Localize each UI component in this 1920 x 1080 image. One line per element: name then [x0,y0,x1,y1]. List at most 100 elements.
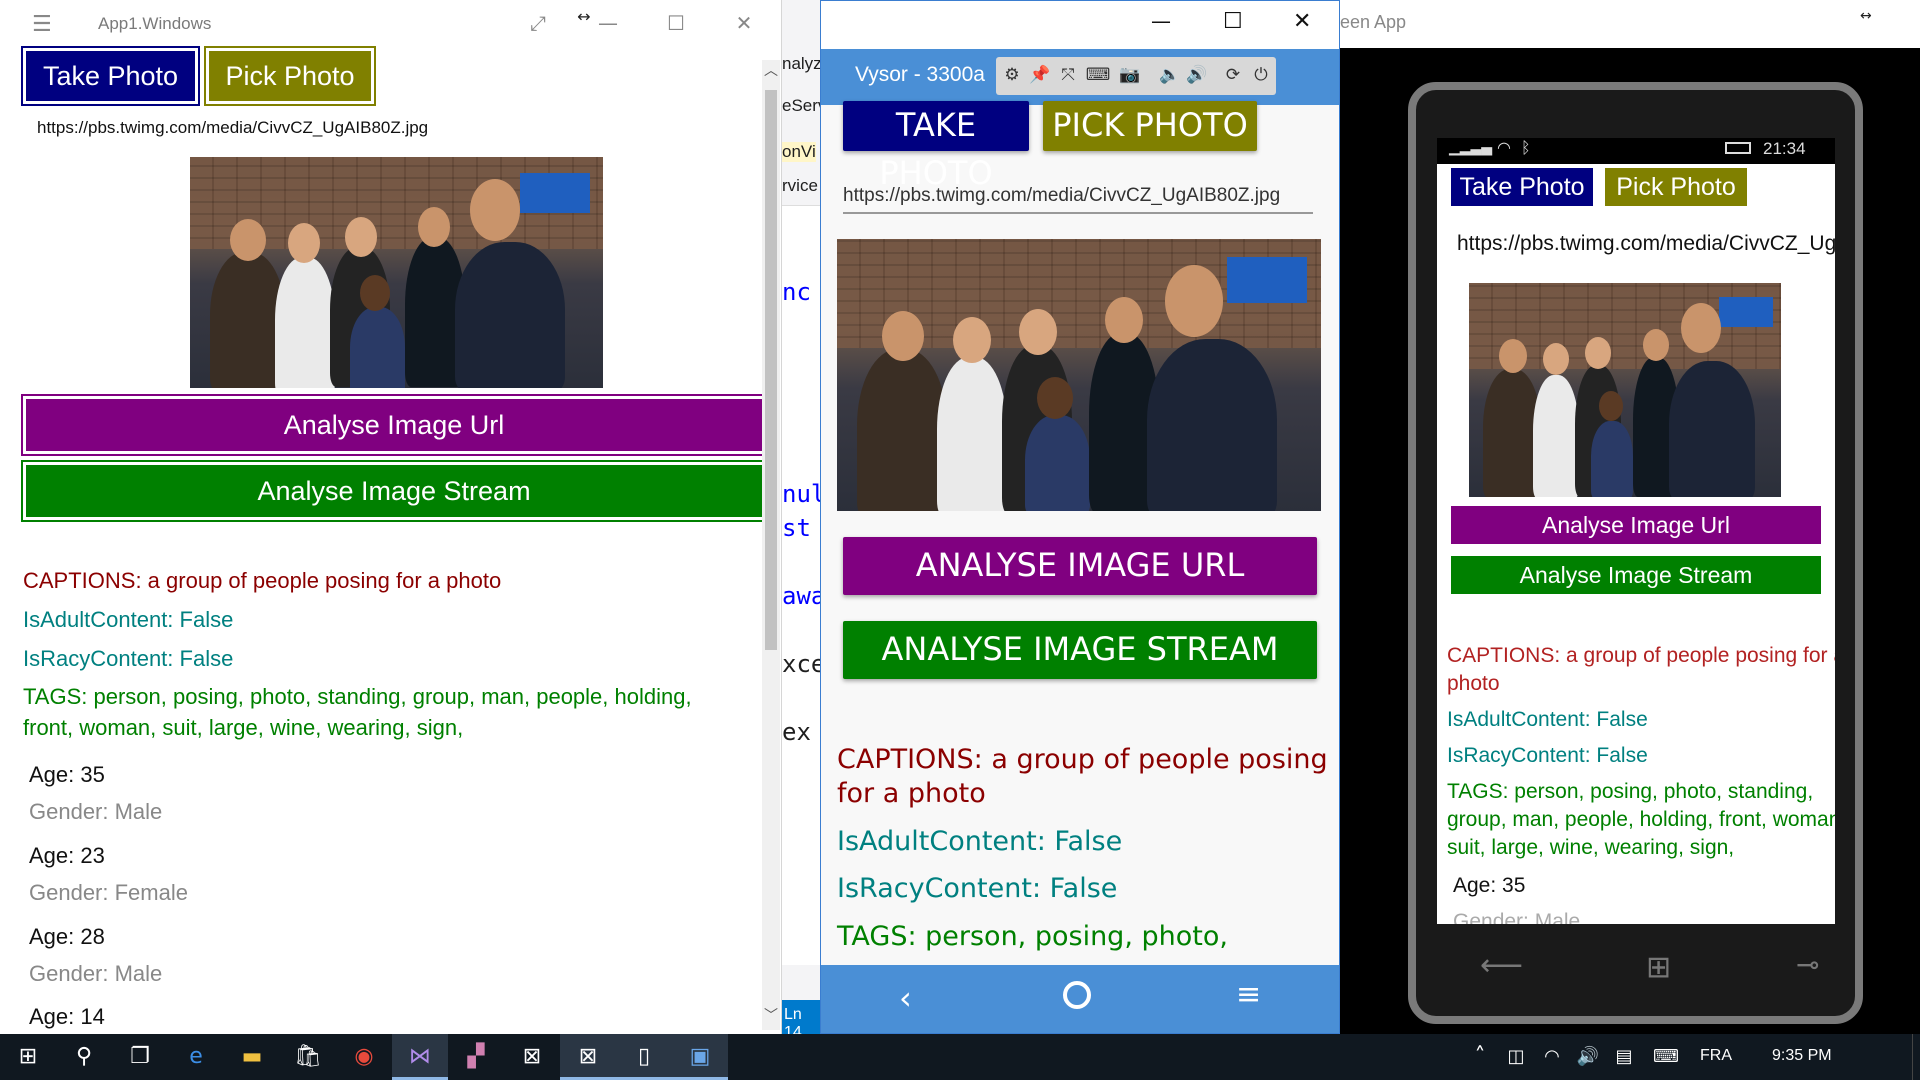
analyse-image-stream-button[interactable]: Analyse Image Stream [21,460,767,522]
home-icon[interactable] [1063,981,1091,1009]
windows-start-icon[interactable]: ⊞ [0,1034,56,1080]
take-photo-button[interactable]: Take Photo [21,46,200,106]
tags-text-line3: suit, large, wine, wearing, sign, [1447,836,1735,859]
action-center-icon[interactable]: ▤ [1606,1034,1642,1080]
volume-up-icon[interactable]: 🔊 [1183,61,1211,89]
scrollbar-thumb[interactable] [765,90,777,650]
vysor-icon[interactable]: ▣ [672,1034,728,1080]
racy-content-text: IsRacyContent: False [837,873,1118,904]
adult-content-text: IsAdultContent: False [1447,708,1648,731]
visual-studio-background: nalyz eServ onVi rvice nc nul st awa xce… [782,0,822,1034]
window-title: App1.Windows [98,14,212,33]
app-window-icon[interactable]: ⊠ [504,1034,560,1080]
store-icon[interactable]: 🛍 [280,1034,336,1080]
bluetooth-icon: ᛒ [1521,138,1531,157]
take-photo-button[interactable]: Take Photo [1451,168,1593,206]
paint-app-icon[interactable]: ▞ [448,1034,504,1080]
scroll-down-icon[interactable]: ﹀ [764,1005,778,1025]
show-desktop-button[interactable] [1912,1034,1920,1080]
image-url-text: https://pbs.twimg.com/media/CivvCZ_UgA [1457,232,1835,255]
back-icon[interactable]: ‹ [899,979,912,1017]
volume-icon[interactable]: 🔊 [1570,1034,1606,1080]
tags-text-line1: TAGS: person, posing, photo, standing, g… [23,684,692,709]
close-icon[interactable]: ✕ [724,8,764,38]
gear-icon[interactable]: ⚙ [998,61,1026,89]
analyse-image-stream-button[interactable]: Analyse Image Stream [1451,556,1821,594]
minimize-icon[interactable]: — [588,8,628,38]
url-underline [843,212,1313,214]
app-window-icon[interactable]: ⊠ [560,1034,616,1080]
vertical-scrollbar[interactable]: ︿ ﹀ [762,60,780,1030]
show-hidden-icons-icon[interactable]: ˄ [1462,1034,1498,1080]
captions-text-line2: for a photo [837,778,986,809]
windows-start-icon[interactable]: ⊞ [1646,950,1671,985]
file-explorer-icon[interactable]: ▬ [224,1034,280,1080]
vs-line-number: Ln 14 [784,1006,802,1034]
vs-code-fragment: st [782,514,811,542]
analyse-image-url-button[interactable]: Analyse Image Url [21,394,767,456]
pick-photo-button[interactable]: PICK PHOTO [1043,101,1257,151]
face-age: Age: 23 [29,843,105,868]
vysor-window: — ☐ ✕ Vysor - 3300a ⚙ 📌 ⤧ ⌨ 📷 🔈 🔊 ⟳ ⏻ TA… [820,0,1340,1034]
maximize-icon[interactable]: ☐ [1223,9,1243,34]
language-indicator[interactable]: FRA [1700,1047,1732,1065]
uwp-app-window: ☰ App1.Windows ⤢ ↔ — ☐ ✕ Take Photo Pick… [0,0,782,1034]
pick-photo-button[interactable]: Pick Photo [204,46,376,106]
racy-content-text: IsRacyContent: False [23,646,234,671]
menu-icon[interactable]: ≡ [1236,977,1261,1012]
captions-text: CAPTIONS: a group of people posing for a… [23,568,502,593]
scroll-up-icon[interactable]: ︿ [764,60,778,80]
analyse-image-url-button[interactable]: Analyse Image Url [1451,506,1821,544]
close-icon[interactable]: ✕ [1293,9,1311,34]
vysor-title: Vysor - 3300a [855,63,985,86]
android-navigation-bar: ‹ ≡ [821,965,1339,1033]
group-photo [1469,283,1781,497]
minimize-icon[interactable]: — [1151,9,1171,33]
analyse-image-stream-button[interactable]: ANALYSE IMAGE STREAM [843,621,1317,679]
keyboard-icon[interactable]: ⌨ [1084,61,1112,89]
pick-photo-button[interactable]: Pick Photo [1605,168,1747,206]
face-gender: Gender: Male [29,799,163,824]
vs-code-fragment: nul [782,480,822,508]
group-photo [190,157,603,388]
edge-browser-icon[interactable]: e [168,1034,224,1080]
tags-text-line2: group, man, people, holding, front, woma… [1447,808,1835,831]
face-gender: Gender: Female [29,880,188,905]
phone-status-bar: ▁▂▃▄ ◠ ᛒ 21:34 [1437,138,1835,164]
fullscreen-icon[interactable]: ⤧ [1054,61,1082,89]
rotate-icon[interactable]: ⟳ [1219,61,1247,89]
search-icon[interactable]: ⚲ [56,1034,112,1080]
power-icon[interactable]: ⏻ [1247,61,1275,89]
volume-down-icon[interactable]: 🔈 [1156,61,1184,89]
back-icon[interactable]: ⟵ [1480,948,1523,983]
vs-text-fragment: nalyz [782,54,822,73]
phone-clock: 21:34 [1763,139,1806,158]
emulator-titlebar: een App ↔ [1340,0,1920,48]
take-photo-button[interactable]: TAKE PHOTO [843,101,1029,192]
phone-emulator-icon[interactable]: ▯ [616,1034,672,1080]
adult-content-text: IsAdultContent: False [837,826,1123,857]
keyboard-icon[interactable]: ⌨ [1642,1034,1690,1080]
captions-text-line2: photo [1447,672,1500,695]
signal-icon: ▁▂▃▄ [1449,140,1493,156]
vs-text-fragment: onVi [782,142,816,162]
expand-icon[interactable]: ⤢ [518,8,558,38]
face-age: Age: 35 [29,762,105,787]
visual-studio-icon[interactable]: ⋈ [392,1034,448,1080]
hamburger-menu-icon[interactable]: ☰ [32,12,52,37]
vs-code-fragment: nc [782,278,811,306]
chrome-icon[interactable]: ◉ [336,1034,392,1080]
pin-icon[interactable]: 📌 [1026,61,1054,89]
camera-icon[interactable]: 📷 [1116,61,1144,89]
wifi-icon[interactable]: ◠ [1534,1034,1570,1080]
search-icon[interactable]: ⊸ [1796,948,1819,981]
racy-content-text: IsRacyContent: False [1447,744,1648,767]
vysor-titlebar: — ☐ ✕ [821,1,1339,49]
analyse-image-url-button[interactable]: ANALYSE IMAGE URL [843,537,1317,595]
task-view-icon[interactable]: ❐ [112,1034,168,1080]
network-icon[interactable]: ◫ [1498,1034,1534,1080]
adult-content-text: IsAdultContent: False [23,607,234,632]
maximize-icon[interactable]: ☐ [656,8,696,38]
vs-status-bar: Ln 14 [782,1000,822,1034]
taskbar-clock[interactable]: 9:35 PM [1772,1047,1832,1065]
